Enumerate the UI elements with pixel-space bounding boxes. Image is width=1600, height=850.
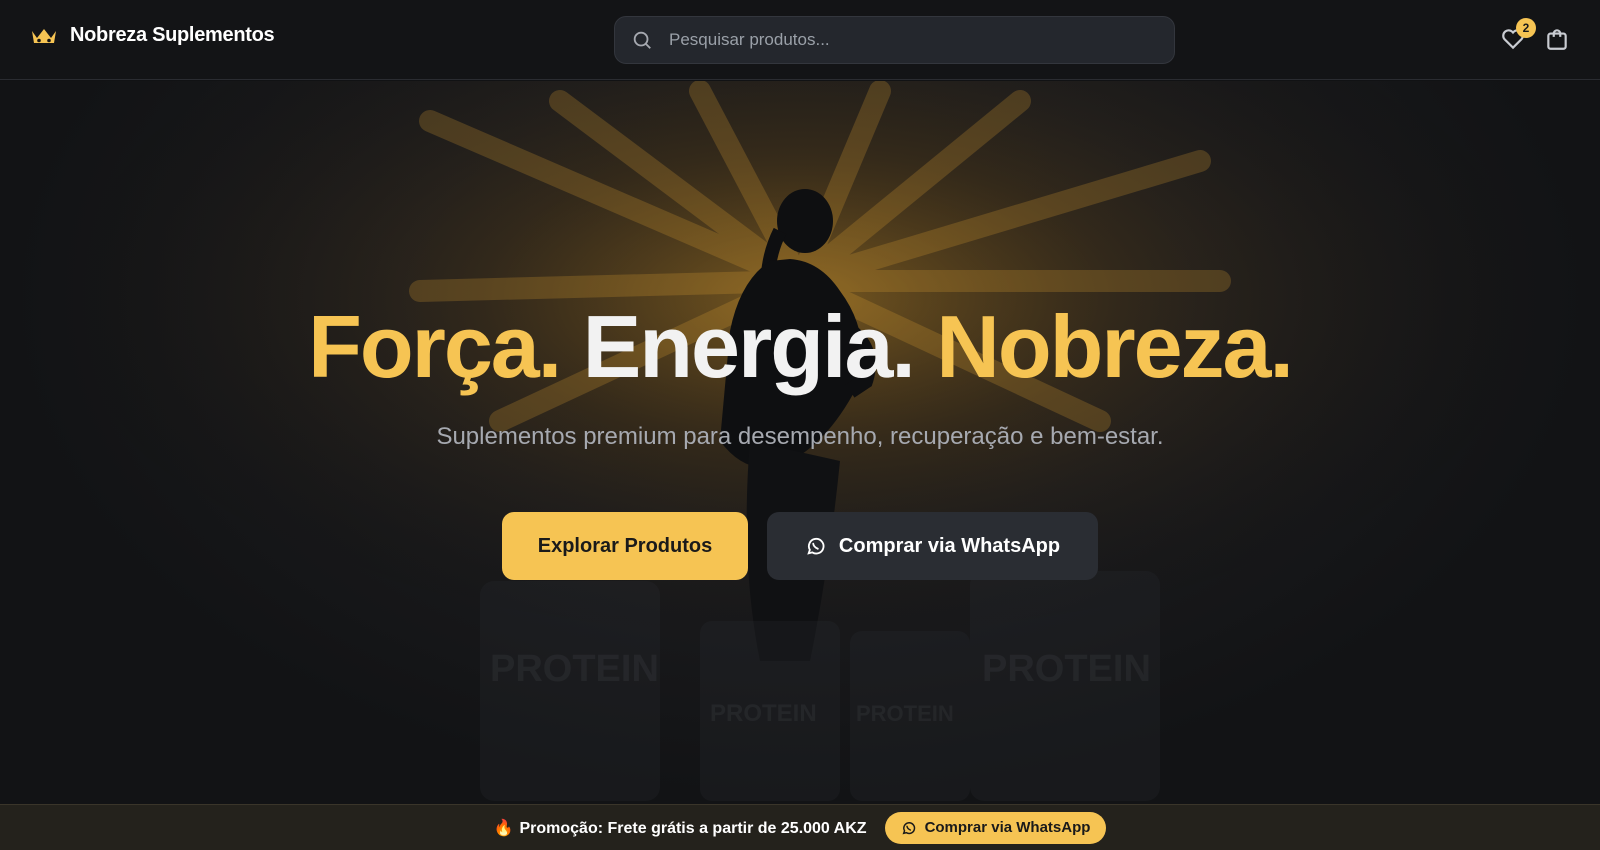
cart-button[interactable] bbox=[1544, 26, 1570, 52]
wishlist-count-badge: 2 bbox=[1516, 18, 1536, 38]
jar-label-text: PROTEIN bbox=[856, 701, 954, 726]
brand-logo[interactable]: Nobreza Suplementos bbox=[30, 24, 275, 47]
supplement-jars-background: PROTEIN PROTEIN PROTEIN PROTEIN bbox=[480, 571, 1160, 801]
headline-word-energia: Energia. bbox=[582, 297, 916, 396]
jar-label-text: PROTEIN bbox=[982, 648, 1151, 690]
whatsapp-buy-button[interactable]: Comprar via WhatsApp bbox=[767, 512, 1098, 580]
explore-products-label: Explorar Produtos bbox=[537, 534, 713, 557]
promo-whatsapp-label: Comprar via WhatsApp bbox=[924, 819, 1091, 836]
brand-name: Nobreza Suplementos bbox=[70, 24, 275, 46]
headline-word-forca: Força. bbox=[308, 297, 562, 396]
search-icon bbox=[633, 31, 651, 49]
explore-products-button[interactable]: Explorar Produtos bbox=[502, 512, 748, 580]
promo-text-wrapper: 🔥 Promoção: Frete grátis a partir de 25.0… bbox=[494, 818, 867, 838]
search-bar[interactable] bbox=[614, 16, 1175, 64]
promo-bar: 🔥 Promoção: Frete grátis a partir de 25.0… bbox=[0, 804, 1600, 850]
site-header: Nobreza Suplementos 2 bbox=[0, 0, 1600, 80]
fire-icon: 🔥 bbox=[493, 819, 514, 837]
hero-headline: Força. Energia. Nobreza. bbox=[0, 303, 1600, 391]
jar-label-text: PROTEIN bbox=[710, 700, 817, 727]
hero-subtitle: Suplementos premium para desempenho, rec… bbox=[436, 423, 1164, 450]
promo-text: Promoção: Frete grátis a partir de 25.00… bbox=[519, 819, 867, 837]
hero-section: PROTEIN PROTEIN PROTEIN PROTEIN Força. E… bbox=[0, 81, 1600, 804]
wishlist-button[interactable]: 2 bbox=[1500, 18, 1536, 52]
promo-whatsapp-button[interactable]: Comprar via WhatsApp bbox=[884, 811, 1107, 844]
whatsapp-icon bbox=[807, 537, 825, 555]
whatsapp-icon bbox=[902, 821, 915, 834]
jar-label-text: PROTEIN bbox=[490, 648, 659, 690]
crown-icon bbox=[32, 28, 56, 43]
search-input[interactable] bbox=[669, 17, 1174, 63]
header-actions: 2 bbox=[1500, 18, 1570, 52]
shopping-bag-icon bbox=[1547, 29, 1567, 50]
whatsapp-buy-label: Comprar via WhatsApp bbox=[838, 534, 1061, 557]
headline-word-nobreza: Nobreza. bbox=[936, 297, 1294, 396]
